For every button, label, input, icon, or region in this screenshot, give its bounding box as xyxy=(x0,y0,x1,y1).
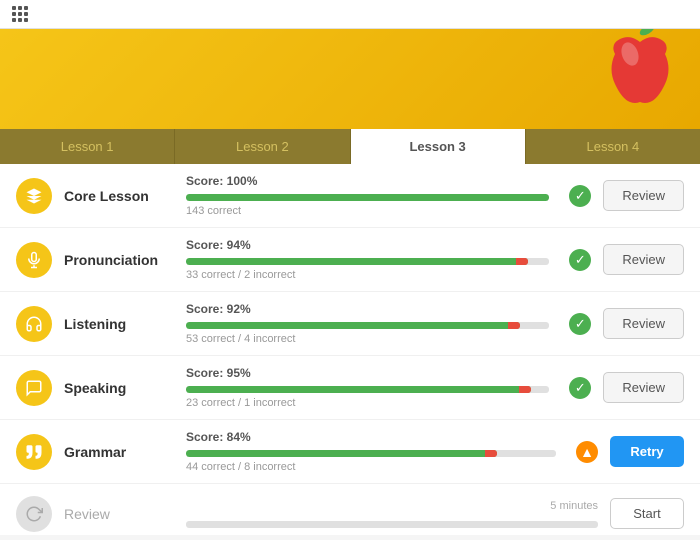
progress-bar-fill-grammar xyxy=(186,450,497,457)
lesson-progress-review: 5 minutes xyxy=(186,500,598,528)
lesson-name-pronunciation: Pronunciation xyxy=(64,252,174,268)
lesson-row-listening: Listening Score: 92% 53 correct / 4 incorr… xyxy=(0,292,700,356)
unit-header xyxy=(0,29,700,129)
sub-text-grammar: 44 correct / 8 incorrect xyxy=(186,461,556,473)
lesson-name-core-lesson: Core Lesson xyxy=(64,188,174,204)
headphones-icon xyxy=(16,306,52,342)
lesson-row-core-lesson: Core Lesson Score: 100% 143 correct ✓ Review xyxy=(0,164,700,228)
lesson-name-speaking: Speaking xyxy=(64,380,174,396)
lesson-tabs: Lesson 1Lesson 2Lesson 3Lesson 4 xyxy=(0,129,700,164)
tab-lesson4[interactable]: Lesson 4 xyxy=(526,129,700,164)
score-text-listening: Score: 92% xyxy=(186,302,549,316)
layers-icon xyxy=(16,178,52,214)
sub-text-core-lesson: 143 correct xyxy=(186,205,549,217)
status-check-icon-listening: ✓ xyxy=(569,313,591,335)
status-check-icon-core-lesson: ✓ xyxy=(569,185,591,207)
tab-lesson2[interactable]: Lesson 2 xyxy=(175,129,350,164)
action-btn-speaking[interactable]: Review xyxy=(603,372,684,403)
minutes-text-review: 5 minutes xyxy=(186,500,598,512)
score-text-grammar: Score: 84% xyxy=(186,430,556,444)
progress-bar-bg-speaking xyxy=(186,386,549,393)
quote-icon xyxy=(16,434,52,470)
progress-bar-bg-grammar xyxy=(186,450,556,457)
lesson-row-grammar: Grammar Score: 84% 44 correct / 8 incorrec… xyxy=(0,420,700,484)
mic-icon xyxy=(16,242,52,278)
score-text-core-lesson: Score: 100% xyxy=(186,174,549,188)
lesson-name-review: Review xyxy=(64,506,174,522)
status-check-icon-pronunciation: ✓ xyxy=(569,249,591,271)
lesson-name-listening: Listening xyxy=(64,316,174,332)
progress-bar-bg-listening xyxy=(186,322,549,329)
tab-lesson1[interactable]: Lesson 1 xyxy=(0,129,175,164)
progress-bar-fill-pronunciation xyxy=(186,258,528,265)
lesson-progress-listening: Score: 92% 53 correct / 4 incorrect xyxy=(186,302,549,345)
top-bar xyxy=(0,0,700,29)
lesson-name-grammar: Grammar xyxy=(64,444,174,460)
lesson-row-speaking: Speaking Score: 95% 23 correct / 1 incorre… xyxy=(0,356,700,420)
status-check-icon-speaking: ✓ xyxy=(569,377,591,399)
lessons-list: Core Lesson Score: 100% 143 correct ✓ Review… xyxy=(0,164,700,535)
action-btn-grammar[interactable]: Retry xyxy=(610,436,684,467)
sub-text-pronunciation: 33 correct / 2 incorrect xyxy=(186,269,549,281)
lesson-progress-pronunciation: Score: 94% 33 correct / 2 incorrect xyxy=(186,238,549,281)
score-text-pronunciation: Score: 94% xyxy=(186,238,549,252)
apple-decoration xyxy=(600,29,680,114)
progress-bar-fill-core-lesson xyxy=(186,194,549,201)
menu-icon xyxy=(12,6,28,22)
action-btn-pronunciation[interactable]: Review xyxy=(603,244,684,275)
action-btn-core-lesson[interactable]: Review xyxy=(603,180,684,211)
progress-bar-fill-speaking xyxy=(186,386,531,393)
score-text-speaking: Score: 95% xyxy=(186,366,549,380)
status-warn-icon-grammar: ▲ xyxy=(576,441,598,463)
sub-text-speaking: 23 correct / 1 incorrect xyxy=(186,397,549,409)
progress-bar-fill-listening xyxy=(186,322,520,329)
speech-icon xyxy=(16,370,52,406)
action-btn-review[interactable]: Start xyxy=(610,498,684,529)
progress-bar-bg-core-lesson xyxy=(186,194,549,201)
sub-text-listening: 53 correct / 4 incorrect xyxy=(186,333,549,345)
tab-lesson3[interactable]: Lesson 3 xyxy=(351,129,526,164)
progress-bar-bg-pronunciation xyxy=(186,258,549,265)
lesson-row-pronunciation: Pronunciation Score: 94% 33 correct / 2 in… xyxy=(0,228,700,292)
lesson-progress-speaking: Score: 95% 23 correct / 1 incorrect xyxy=(186,366,549,409)
action-btn-listening[interactable]: Review xyxy=(603,308,684,339)
lesson-progress-core-lesson: Score: 100% 143 correct xyxy=(186,174,549,217)
progress-bar-bg-review xyxy=(186,521,598,528)
lesson-progress-grammar: Score: 84% 44 correct / 8 incorrect xyxy=(186,430,556,473)
refresh-icon xyxy=(16,496,52,532)
lesson-row-review: Review 5 minutes Start xyxy=(0,484,700,535)
